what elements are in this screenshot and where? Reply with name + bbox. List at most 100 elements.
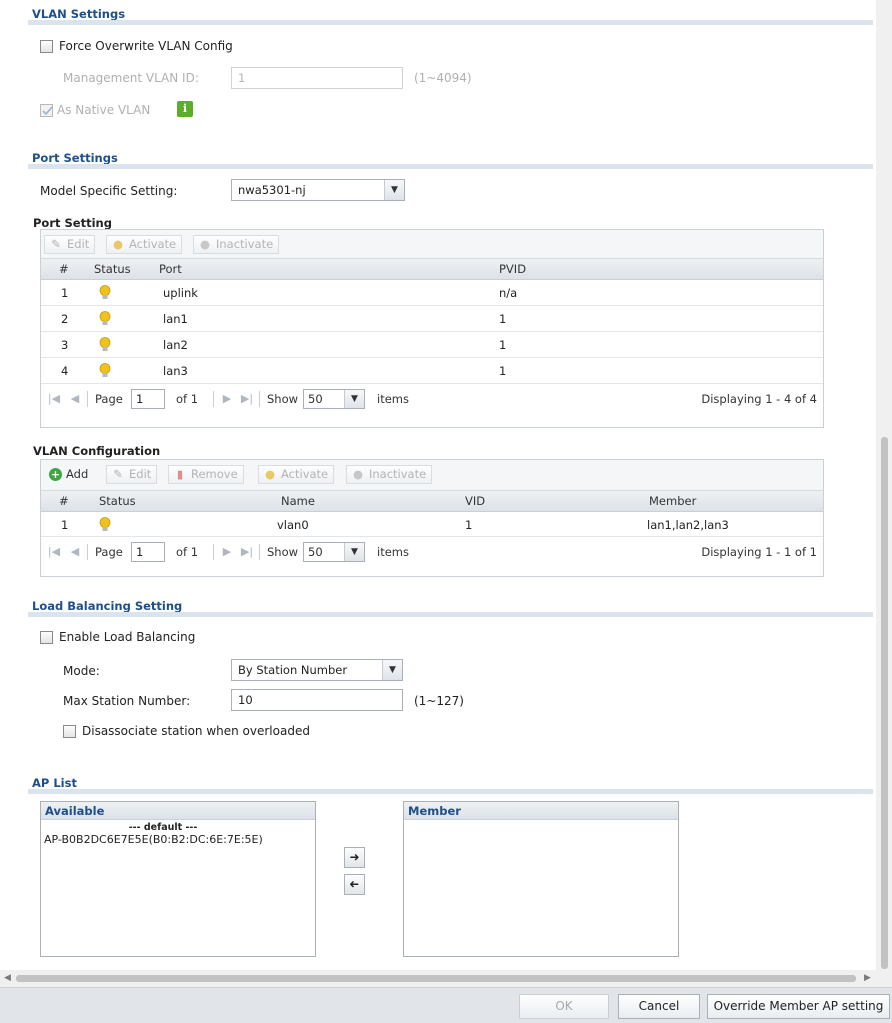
as-native-vlan-checkbox[interactable]	[40, 104, 53, 117]
page-label: Page	[95, 545, 123, 559]
page-label: Page	[95, 392, 123, 406]
check-icon	[42, 106, 53, 116]
port-setting-table: ✎ Edit ● Activate ● Inactivate # Status Por…	[40, 229, 824, 428]
enable-load-balancing-label: Enable Load Balancing	[59, 630, 196, 644]
displaying-count: Displaying 1 - 1 of 1	[701, 545, 817, 559]
col-status[interactable]: Status	[99, 494, 136, 508]
pager-separator	[87, 544, 88, 560]
pager-separator	[213, 544, 214, 560]
pager-separator	[259, 391, 260, 407]
activate-button[interactable]: ● Activate	[258, 465, 335, 484]
disassociate-station-checkbox[interactable]	[63, 725, 76, 738]
table-row[interactable]: 3 lan2 1	[41, 332, 823, 358]
member-ap-list[interactable]: Member	[403, 801, 679, 957]
pagination-bar: |◀ ◀ Page 1 of 1 ▶ ▶| Show 50 ▼ items Di…	[41, 536, 823, 566]
last-page-icon[interactable]: ▶|	[239, 390, 255, 407]
items-per-page-select[interactable]: 50 ▼	[303, 542, 365, 562]
prev-page-icon[interactable]: ◀	[67, 390, 83, 407]
edit-button[interactable]: ✎ Edit	[106, 465, 158, 484]
lightbulb-off-icon: ●	[352, 467, 364, 481]
vlan-config-header: # Status Name VID Member	[41, 491, 823, 512]
available-ap-list[interactable]: Available --- default --- AP-B0B2DC6E7E5…	[40, 801, 316, 957]
section-divider	[28, 789, 873, 794]
mode-label: Mode:	[63, 664, 100, 678]
section-divider	[28, 612, 873, 617]
col-vid[interactable]: VID	[465, 494, 485, 508]
force-overwrite-vlan-label: Force Overwrite VLAN Config	[59, 39, 233, 53]
enable-load-balancing-checkbox[interactable]	[40, 631, 53, 644]
mode-select[interactable]: By Station Number ▼	[231, 659, 403, 681]
lightbulb-on-icon	[99, 363, 111, 377]
show-label: Show	[267, 392, 299, 406]
member-header: Member	[404, 802, 678, 820]
as-native-vlan-label: As Native VLAN	[57, 103, 151, 117]
vlan-settings-title: VLAN Settings	[32, 7, 126, 21]
table-row[interactable]: 4 lan3 1	[41, 358, 823, 384]
pager-separator	[213, 391, 214, 407]
max-station-range: (1~127)	[414, 694, 464, 708]
col-pvid[interactable]: PVID	[499, 262, 526, 276]
prev-page-icon[interactable]: ◀	[67, 543, 83, 560]
ok-button[interactable]: OK	[519, 994, 609, 1019]
last-page-icon[interactable]: ▶|	[239, 543, 255, 560]
remove-button[interactable]: ▮ Remove	[168, 465, 244, 484]
page-of-label: of 1	[176, 545, 199, 559]
model-specific-setting-select[interactable]: nwa5301-nj ▼	[231, 179, 405, 201]
section-divider	[28, 20, 873, 25]
next-page-icon[interactable]: ▶	[219, 390, 235, 407]
scrollbar-thumb[interactable]	[881, 437, 888, 969]
edit-button[interactable]: ✎ Edit	[44, 235, 96, 254]
scroll-right-icon[interactable]: ▶	[864, 973, 871, 983]
management-vlan-id-label: Management VLAN ID:	[63, 71, 199, 85]
add-button[interactable]: + Add	[44, 465, 94, 484]
table-row[interactable]: 1 vlan0 1 lan1,lan2,lan3	[41, 512, 823, 536]
table-row[interactable]: 2 lan1 1	[41, 306, 823, 332]
col-status[interactable]: Status	[94, 262, 131, 276]
vertical-scrollbar[interactable]	[876, 0, 892, 987]
page-number-input[interactable]: 1	[131, 542, 165, 562]
mode-value: By Station Number	[238, 663, 348, 677]
arrow-left-icon[interactable]: ➜	[344, 874, 365, 895]
override-member-ap-button[interactable]: Override Member AP setting	[707, 994, 890, 1019]
force-overwrite-vlan-checkbox[interactable]	[40, 40, 53, 53]
scroll-left-icon[interactable]: ◀	[4, 973, 11, 983]
inactivate-button[interactable]: ● Inactivate	[346, 465, 433, 484]
activate-button[interactable]: ● Activate	[106, 235, 183, 254]
page-number-input[interactable]: 1	[131, 389, 165, 409]
ap-list-title: AP List	[32, 776, 77, 790]
col-num[interactable]: #	[59, 262, 69, 276]
col-num[interactable]: #	[59, 494, 69, 508]
pager-separator	[259, 544, 260, 560]
lightbulb-icon: ●	[112, 237, 124, 251]
max-station-number-label: Max Station Number:	[63, 694, 191, 708]
lightbulb-on-icon	[99, 311, 111, 325]
chevron-down-icon: ▼	[344, 390, 364, 408]
col-name[interactable]: Name	[281, 494, 315, 508]
col-port[interactable]: Port	[159, 262, 182, 276]
max-station-number-input[interactable]: 10	[231, 689, 403, 711]
col-member[interactable]: Member	[649, 494, 696, 508]
port-settings-title: Port Settings	[32, 151, 118, 165]
items-per-page-select[interactable]: 50 ▼	[303, 389, 365, 409]
inactivate-button[interactable]: ● Inactivate	[193, 235, 280, 254]
cancel-button[interactable]: Cancel	[618, 994, 700, 1019]
available-header: Available	[41, 802, 315, 820]
arrow-right-icon[interactable]: ➜	[344, 847, 365, 868]
items-label: items	[377, 545, 409, 559]
horizontal-scrollbar[interactable]: ◀ ▶	[0, 970, 876, 987]
lightbulb-on-icon	[99, 517, 111, 531]
list-item[interactable]: AP-B0B2DC6E7E5E(B0:B2:DC:6E:7E:5E)	[41, 833, 315, 846]
edit-icon: ✎	[51, 237, 61, 251]
next-page-icon[interactable]: ▶	[219, 543, 235, 560]
port-setting-header: # Status Port PVID	[41, 259, 823, 280]
first-page-icon[interactable]: |◀	[46, 543, 62, 560]
lightbulb-off-icon: ●	[199, 237, 211, 251]
first-page-icon[interactable]: |◀	[46, 390, 62, 407]
load-balancing-title: Load Balancing Setting	[32, 599, 183, 613]
disassociate-station-label: Disassociate station when overloaded	[82, 724, 310, 738]
table-row[interactable]: 1 uplink n/a	[41, 280, 823, 306]
scrollbar-thumb[interactable]	[16, 975, 856, 982]
info-icon[interactable]: i	[177, 101, 193, 117]
management-vlan-id-input[interactable]: 1	[231, 67, 403, 89]
section-divider	[28, 164, 873, 169]
